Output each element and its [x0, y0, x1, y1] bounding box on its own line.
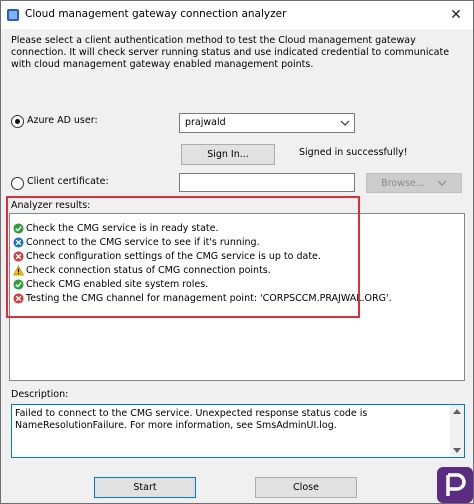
scroll-up-icon[interactable] [453, 408, 461, 414]
highlight-annotation [6, 196, 360, 318]
intro-text: Please select a client authentication me… [11, 35, 450, 70]
azure-user-value: prajwald [185, 117, 226, 128]
client-certificate-radio[interactable] [11, 177, 24, 190]
app-icon [7, 9, 19, 21]
azure-ad-label: Azure AD user: [27, 115, 98, 126]
close-window-button[interactable]: ✕ [439, 1, 473, 29]
description-scrollbar[interactable] [450, 405, 464, 457]
start-button[interactable]: Start [94, 477, 196, 498]
close-icon: ✕ [450, 7, 462, 23]
client-certificate-field[interactable] [179, 173, 355, 192]
title-bar: Cloud management gateway connection anal… [1, 1, 473, 29]
close-button[interactable]: Close [255, 477, 357, 498]
azure-user-select[interactable]: prajwald [179, 113, 355, 133]
scroll-down-icon[interactable] [453, 448, 461, 454]
chevron-down-icon [437, 180, 447, 186]
sign-in-status: Signed in successfully! [299, 147, 408, 158]
browse-button[interactable]: Browse... [366, 173, 462, 193]
client-certificate-label: Client certificate: [27, 176, 109, 187]
description-label: Description: [11, 389, 69, 400]
sign-in-button[interactable]: Sign In... [181, 144, 275, 165]
browse-label: Browse... [381, 177, 425, 189]
logo-icon [437, 467, 473, 503]
chevron-down-icon [340, 120, 350, 126]
window-title: Cloud management gateway connection anal… [25, 8, 287, 20]
dialog-window: Cloud management gateway connection anal… [0, 0, 474, 504]
description-text: Failed to connect to the CMG service. Un… [15, 408, 368, 431]
azure-ad-radio[interactable] [11, 115, 24, 128]
description-box[interactable]: Failed to connect to the CMG service. Un… [11, 404, 465, 458]
